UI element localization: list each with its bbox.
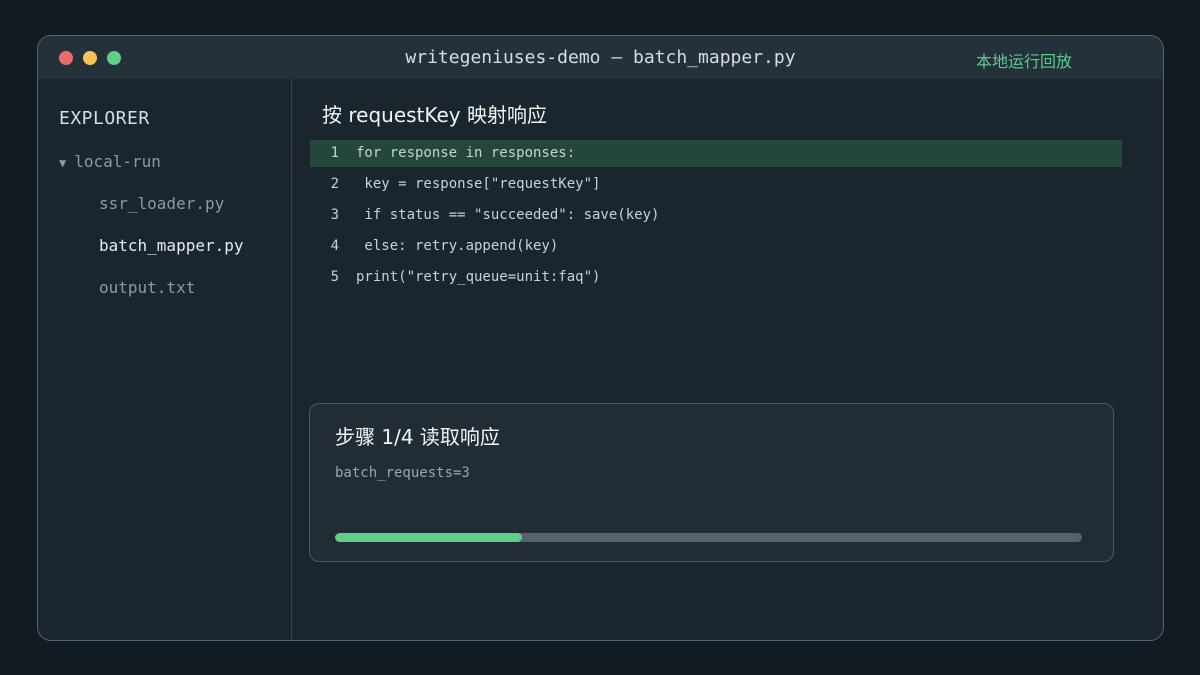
folder-label: local-run bbox=[74, 152, 161, 171]
title-bar: writegeniuses-demo — batch_mapper.py 本地运… bbox=[38, 36, 1163, 79]
line-text: print("retry_queue=unit:faq") bbox=[356, 269, 601, 285]
file-batch-mapper[interactable]: batch_mapper.py bbox=[99, 236, 244, 255]
line-text: key = response["requestKey"] bbox=[356, 176, 601, 192]
code-line[interactable]: 1 for response in responses: bbox=[310, 140, 1122, 167]
step-title: 步骤 1/4 读取响应 bbox=[335, 425, 500, 449]
line-number: 4 bbox=[330, 238, 339, 254]
line-text: if status == "succeeded": save(key) bbox=[356, 207, 660, 223]
code-line[interactable]: 2 key = response["requestKey"] bbox=[310, 171, 1122, 202]
editor-window: writegeniuses-demo — batch_mapper.py 本地运… bbox=[37, 35, 1164, 641]
code-view[interactable]: 1 for response in responses: 2 key = res… bbox=[310, 140, 1122, 295]
editor-title: 按 requestKey 映射响应 bbox=[322, 103, 547, 127]
line-text: else: retry.append(key) bbox=[356, 238, 559, 254]
line-text: for response in responses: bbox=[356, 145, 576, 161]
step-card: 步骤 1/4 读取响应 batch_requests=3 bbox=[309, 403, 1114, 562]
progress-bar bbox=[335, 533, 1082, 542]
line-number: 1 bbox=[330, 145, 339, 161]
file-ssr-loader[interactable]: ssr_loader.py bbox=[99, 194, 224, 213]
code-line[interactable]: 5 print("retry_queue=unit:faq") bbox=[310, 264, 1122, 295]
replay-label[interactable]: 本地运行回放 bbox=[976, 48, 1072, 72]
line-number: 3 bbox=[330, 207, 339, 223]
chevron-down-icon: ▼ bbox=[59, 156, 67, 170]
explorer-title: EXPLORER bbox=[59, 108, 150, 129]
folder-local-run[interactable]: ▼ local-run bbox=[59, 152, 161, 171]
line-number: 2 bbox=[330, 176, 339, 192]
code-line[interactable]: 3 if status == "succeeded": save(key) bbox=[310, 202, 1122, 233]
code-line[interactable]: 4 else: retry.append(key) bbox=[310, 233, 1122, 264]
file-output[interactable]: output.txt bbox=[99, 278, 195, 297]
step-detail: batch_requests=3 bbox=[335, 465, 470, 481]
line-number: 5 bbox=[330, 269, 339, 285]
progress-fill bbox=[335, 533, 522, 542]
explorer-sidebar: EXPLORER ▼ local-run ssr_loader.py batch_… bbox=[38, 79, 292, 640]
